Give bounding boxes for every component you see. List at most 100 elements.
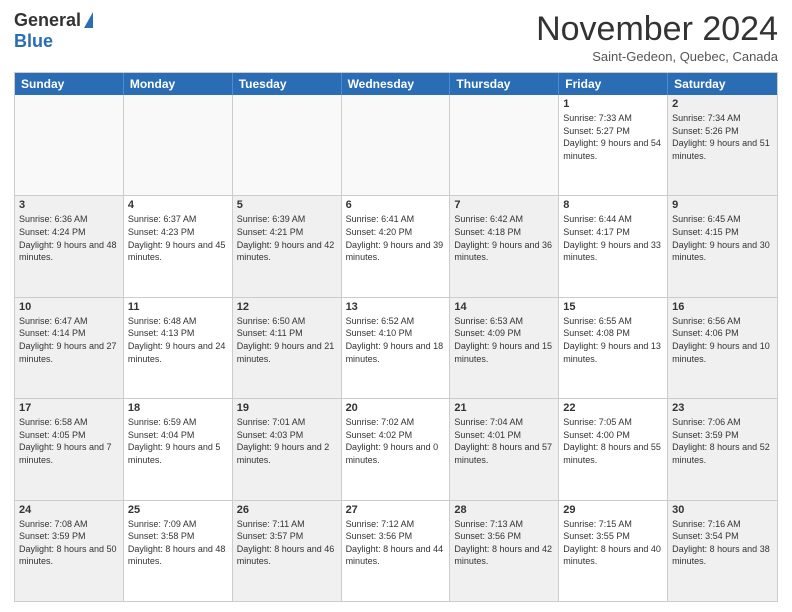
day-info: Sunrise: 6:44 AMSunset: 4:17 PMDaylight:… xyxy=(563,213,663,263)
day-info: Sunrise: 7:13 AMSunset: 3:56 PMDaylight:… xyxy=(454,518,554,568)
calendar-header: Sunday Monday Tuesday Wednesday Thursday… xyxy=(15,73,777,95)
header-saturday: Saturday xyxy=(668,73,777,95)
day-number: 17 xyxy=(19,402,119,414)
day-info: Sunrise: 6:52 AMSunset: 4:10 PMDaylight:… xyxy=(346,315,446,365)
header-friday: Friday xyxy=(559,73,668,95)
day-info: Sunrise: 6:53 AMSunset: 4:09 PMDaylight:… xyxy=(454,315,554,365)
cal-cell-r1-c2: 5 Sunrise: 6:39 AMSunset: 4:21 PMDaylight… xyxy=(233,196,342,296)
day-number: 24 xyxy=(19,504,119,516)
cal-cell-r4-c3: 27 Sunrise: 7:12 AMSunset: 3:56 PMDayligh… xyxy=(342,501,451,601)
day-number: 16 xyxy=(672,301,773,313)
day-number: 7 xyxy=(454,199,554,211)
page: General Blue November 2024 Saint-Gedeon,… xyxy=(0,0,792,612)
day-number: 5 xyxy=(237,199,337,211)
day-number: 25 xyxy=(128,504,228,516)
cal-cell-r2-c1: 11 Sunrise: 6:48 AMSunset: 4:13 PMDayligh… xyxy=(124,298,233,398)
cal-cell-r4-c6: 30 Sunrise: 7:16 AMSunset: 3:54 PMDayligh… xyxy=(668,501,777,601)
cal-cell-r4-c4: 28 Sunrise: 7:13 AMSunset: 3:56 PMDayligh… xyxy=(450,501,559,601)
day-info: Sunrise: 6:37 AMSunset: 4:23 PMDaylight:… xyxy=(128,213,228,263)
logo-blue: Blue xyxy=(14,31,53,52)
cal-cell-r1-c1: 4 Sunrise: 6:37 AMSunset: 4:23 PMDaylight… xyxy=(124,196,233,296)
day-number: 13 xyxy=(346,301,446,313)
header-monday: Monday xyxy=(124,73,233,95)
day-number: 23 xyxy=(672,402,773,414)
cal-cell-r4-c2: 26 Sunrise: 7:11 AMSunset: 3:57 PMDayligh… xyxy=(233,501,342,601)
logo-general: General xyxy=(14,10,81,31)
cal-cell-r0-c3 xyxy=(342,95,451,195)
day-number: 15 xyxy=(563,301,663,313)
calendar: Sunday Monday Tuesday Wednesday Thursday… xyxy=(14,72,778,602)
cal-cell-r0-c2 xyxy=(233,95,342,195)
cal-cell-r1-c3: 6 Sunrise: 6:41 AMSunset: 4:20 PMDaylight… xyxy=(342,196,451,296)
day-number: 29 xyxy=(563,504,663,516)
day-info: Sunrise: 7:34 AMSunset: 5:26 PMDaylight:… xyxy=(672,112,773,162)
day-number: 2 xyxy=(672,98,773,110)
header: General Blue November 2024 Saint-Gedeon,… xyxy=(14,10,778,64)
logo-triangle-icon xyxy=(84,12,93,28)
month-title: November 2024 xyxy=(536,10,778,49)
day-number: 3 xyxy=(19,199,119,211)
day-number: 22 xyxy=(563,402,663,414)
header-wednesday: Wednesday xyxy=(342,73,451,95)
day-info: Sunrise: 7:15 AMSunset: 3:55 PMDaylight:… xyxy=(563,518,663,568)
day-info: Sunrise: 7:11 AMSunset: 3:57 PMDaylight:… xyxy=(237,518,337,568)
day-number: 27 xyxy=(346,504,446,516)
day-number: 4 xyxy=(128,199,228,211)
day-number: 21 xyxy=(454,402,554,414)
cal-cell-r2-c5: 15 Sunrise: 6:55 AMSunset: 4:08 PMDayligh… xyxy=(559,298,668,398)
cal-cell-r0-c1 xyxy=(124,95,233,195)
day-info: Sunrise: 7:02 AMSunset: 4:02 PMDaylight:… xyxy=(346,416,446,466)
day-number: 11 xyxy=(128,301,228,313)
cal-cell-r2-c4: 14 Sunrise: 6:53 AMSunset: 4:09 PMDayligh… xyxy=(450,298,559,398)
header-thursday: Thursday xyxy=(450,73,559,95)
calendar-row-2: 10 Sunrise: 6:47 AMSunset: 4:14 PMDayligh… xyxy=(15,297,777,398)
cal-cell-r2-c3: 13 Sunrise: 6:52 AMSunset: 4:10 PMDayligh… xyxy=(342,298,451,398)
day-info: Sunrise: 6:36 AMSunset: 4:24 PMDaylight:… xyxy=(19,213,119,263)
header-sunday: Sunday xyxy=(15,73,124,95)
day-info: Sunrise: 6:58 AMSunset: 4:05 PMDaylight:… xyxy=(19,416,119,466)
cal-cell-r4-c5: 29 Sunrise: 7:15 AMSunset: 3:55 PMDayligh… xyxy=(559,501,668,601)
day-info: Sunrise: 6:47 AMSunset: 4:14 PMDaylight:… xyxy=(19,315,119,365)
day-number: 26 xyxy=(237,504,337,516)
day-info: Sunrise: 7:08 AMSunset: 3:59 PMDaylight:… xyxy=(19,518,119,568)
logo: General Blue xyxy=(14,10,93,52)
day-number: 8 xyxy=(563,199,663,211)
day-number: 14 xyxy=(454,301,554,313)
day-info: Sunrise: 7:06 AMSunset: 3:59 PMDaylight:… xyxy=(672,416,773,466)
cal-cell-r3-c6: 23 Sunrise: 7:06 AMSunset: 3:59 PMDayligh… xyxy=(668,399,777,499)
cal-cell-r1-c4: 7 Sunrise: 6:42 AMSunset: 4:18 PMDaylight… xyxy=(450,196,559,296)
day-number: 12 xyxy=(237,301,337,313)
day-number: 10 xyxy=(19,301,119,313)
day-info: Sunrise: 6:42 AMSunset: 4:18 PMDaylight:… xyxy=(454,213,554,263)
day-info: Sunrise: 7:09 AMSunset: 3:58 PMDaylight:… xyxy=(128,518,228,568)
day-number: 28 xyxy=(454,504,554,516)
day-info: Sunrise: 7:33 AMSunset: 5:27 PMDaylight:… xyxy=(563,112,663,162)
cal-cell-r3-c4: 21 Sunrise: 7:04 AMSunset: 4:01 PMDayligh… xyxy=(450,399,559,499)
day-number: 20 xyxy=(346,402,446,414)
day-number: 1 xyxy=(563,98,663,110)
day-info: Sunrise: 7:16 AMSunset: 3:54 PMDaylight:… xyxy=(672,518,773,568)
location-subtitle: Saint-Gedeon, Quebec, Canada xyxy=(536,49,778,64)
day-info: Sunrise: 7:12 AMSunset: 3:56 PMDaylight:… xyxy=(346,518,446,568)
day-info: Sunrise: 7:04 AMSunset: 4:01 PMDaylight:… xyxy=(454,416,554,466)
day-info: Sunrise: 6:48 AMSunset: 4:13 PMDaylight:… xyxy=(128,315,228,365)
cal-cell-r0-c6: 2 Sunrise: 7:34 AMSunset: 5:26 PMDaylight… xyxy=(668,95,777,195)
cal-cell-r0-c5: 1 Sunrise: 7:33 AMSunset: 5:27 PMDaylight… xyxy=(559,95,668,195)
day-info: Sunrise: 6:41 AMSunset: 4:20 PMDaylight:… xyxy=(346,213,446,263)
cal-cell-r1-c6: 9Sunrise: 6:45 AMSunset: 4:15 PMDaylight… xyxy=(668,196,777,296)
cal-cell-r3-c2: 19Sunrise: 7:01 AMSunset: 4:03 PMDayligh… xyxy=(233,399,342,499)
title-section: November 2024 Saint-Gedeon, Quebec, Cana… xyxy=(536,10,778,64)
cal-cell-r4-c0: 24 Sunrise: 7:08 AMSunset: 3:59 PMDayligh… xyxy=(15,501,124,601)
calendar-body: 1 Sunrise: 7:33 AMSunset: 5:27 PMDaylight… xyxy=(15,95,777,601)
day-number: 9 xyxy=(672,199,773,211)
cal-cell-r3-c0: 17 Sunrise: 6:58 AMSunset: 4:05 PMDayligh… xyxy=(15,399,124,499)
day-info: Sunrise: 6:55 AMSunset: 4:08 PMDaylight:… xyxy=(563,315,663,365)
day-number: 6 xyxy=(346,199,446,211)
day-info: Sunrise: 6:39 AMSunset: 4:21 PMDaylight:… xyxy=(237,213,337,263)
calendar-row-4: 24 Sunrise: 7:08 AMSunset: 3:59 PMDayligh… xyxy=(15,500,777,601)
day-info: Sunrise: 7:05 AMSunset: 4:00 PMDaylight:… xyxy=(563,416,663,466)
day-info: Sunrise: 6:56 AMSunset: 4:06 PMDaylight:… xyxy=(672,315,773,365)
day-number: 18 xyxy=(128,402,228,414)
cal-cell-r4-c1: 25 Sunrise: 7:09 AMSunset: 3:58 PMDayligh… xyxy=(124,501,233,601)
day-number: 30 xyxy=(672,504,773,516)
